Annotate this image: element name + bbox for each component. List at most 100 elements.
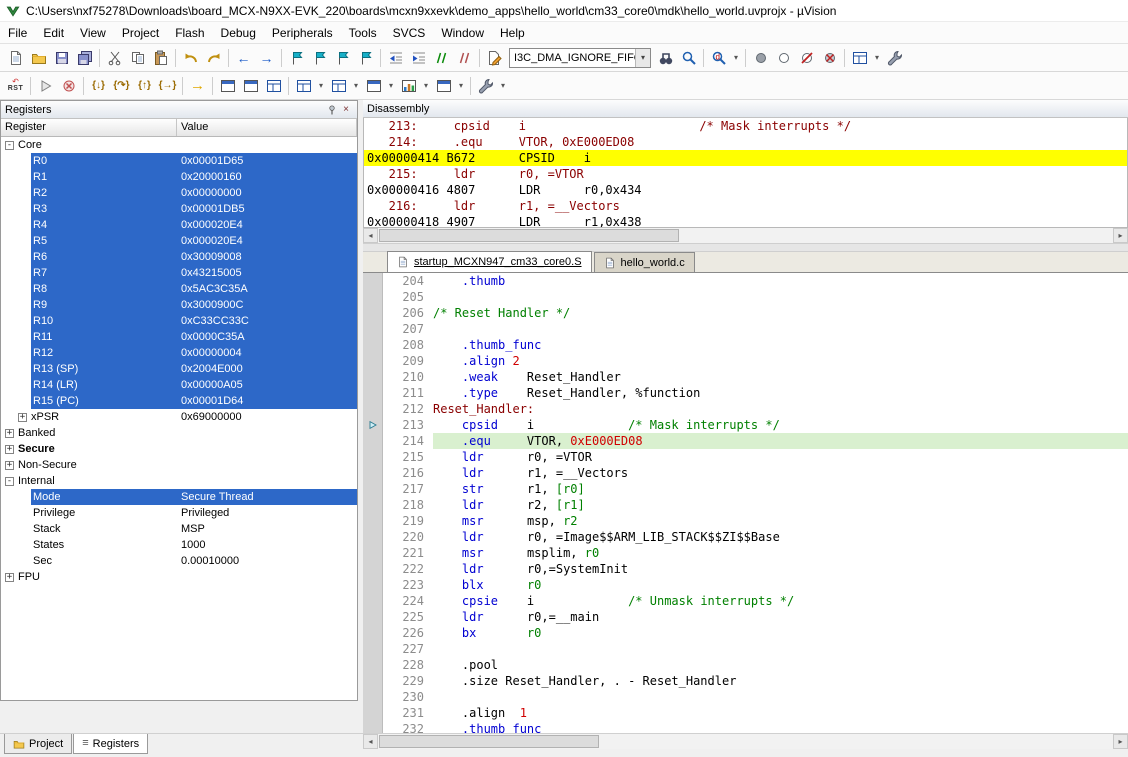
editor-gutter-margin[interactable] xyxy=(363,561,383,577)
redo-button[interactable] xyxy=(202,46,225,69)
menu-project[interactable]: Project xyxy=(114,23,167,43)
code-line[interactable]: msr msplim, r0 xyxy=(433,545,1128,561)
symbol-window-button[interactable] xyxy=(262,74,285,97)
editor-tab-startup-mcxn947-cm33-core0-s[interactable]: startup_MCXN947_cm33_core0.S xyxy=(387,251,592,272)
configuration-button[interactable] xyxy=(883,46,906,69)
save-button[interactable] xyxy=(50,46,73,69)
register-row-r3[interactable]: R30x00001DB5 xyxy=(1,201,357,217)
editor-gutter-margin[interactable] xyxy=(363,641,383,657)
code-line[interactable]: .thumb_func xyxy=(433,337,1128,353)
editor-gutter-margin[interactable] xyxy=(363,465,383,481)
editor-tab-hello-world-c[interactable]: hello_world.c xyxy=(594,252,695,272)
register-row-privilege[interactable]: PrivilegePrivileged xyxy=(1,505,357,521)
code-line[interactable]: .pool xyxy=(433,657,1128,673)
memory-window-button[interactable] xyxy=(327,74,350,97)
command-window-button[interactable] xyxy=(216,74,239,97)
editor-gutter-margin[interactable] xyxy=(363,657,383,673)
dock-tab-project[interactable]: Project xyxy=(4,734,72,754)
find-combo-dropdown-button[interactable]: ▾ xyxy=(635,49,650,67)
code-line[interactable]: cpsie i /* Unmask interrupts */ xyxy=(433,593,1128,609)
register-row-r7[interactable]: R70x43215005 xyxy=(1,265,357,281)
enable-disable-breakpoint-button[interactable] xyxy=(772,46,795,69)
register-row-r9[interactable]: R90x3000900C xyxy=(1,297,357,313)
code-line[interactable]: cpsid i /* Mask interrupts */ xyxy=(433,417,1128,433)
editor-content[interactable]: 204 .thumb205206/* Reset Handler */20720… xyxy=(363,273,1128,733)
editor-gutter-margin[interactable] xyxy=(363,545,383,561)
editor-hscrollbar[interactable]: ◂ ▸ xyxy=(363,734,1128,749)
cut-button[interactable] xyxy=(103,46,126,69)
bookmark-toggle-button[interactable] xyxy=(285,46,308,69)
editor-gutter-margin[interactable] xyxy=(363,417,383,433)
scroll-right-button[interactable]: ▸ xyxy=(1113,228,1128,243)
register-row-r10[interactable]: R100xC33CC33C xyxy=(1,313,357,329)
comment-selection-button[interactable] xyxy=(430,46,453,69)
code-line[interactable] xyxy=(433,321,1128,337)
disassembly-content[interactable]: 213: cpsid i /* Mask interrupts */ 214: … xyxy=(363,118,1128,228)
disassembly-window-button[interactable] xyxy=(239,74,262,97)
menu-edit[interactable]: Edit xyxy=(35,23,72,43)
register-row-internal[interactable]: -Internal xyxy=(1,473,357,489)
close-panel-button[interactable]: × xyxy=(339,103,353,117)
disable-all-breakpoints-button[interactable] xyxy=(795,46,818,69)
run-button[interactable] xyxy=(34,74,57,97)
indent-button[interactable] xyxy=(407,46,430,69)
insert-breakpoint-button[interactable] xyxy=(749,46,772,69)
editor-gutter-margin[interactable] xyxy=(363,529,383,545)
toolbox-dropdown-button[interactable]: ▾ xyxy=(497,74,509,97)
reset-button[interactable]: ↶RST xyxy=(4,74,27,97)
code-line[interactable]: .size Reset_Handler, . - Reset_Handler xyxy=(433,673,1128,689)
system-viewer-button[interactable] xyxy=(432,74,455,97)
code-line[interactable]: ldr r0, =Image$$ARM_LIB_STACK$$ZI$$Base xyxy=(433,529,1128,545)
outdent-button[interactable] xyxy=(384,46,407,69)
menu-tools[interactable]: Tools xyxy=(341,23,385,43)
system-viewer-dropdown-button[interactable]: ▾ xyxy=(455,74,467,97)
code-line[interactable]: ldr r2, [r1] xyxy=(433,497,1128,513)
editor-gutter-margin[interactable] xyxy=(363,321,383,337)
editor-gutter-margin[interactable] xyxy=(363,273,383,289)
code-line[interactable] xyxy=(433,689,1128,705)
navigate-back-button[interactable]: ← xyxy=(232,46,255,69)
new-file-button[interactable] xyxy=(4,46,27,69)
step-over-button[interactable]: {↷} xyxy=(110,74,133,97)
open-file-button[interactable] xyxy=(27,46,50,69)
menu-window[interactable]: Window xyxy=(433,23,492,43)
editor-gutter-margin[interactable] xyxy=(363,449,383,465)
register-row-r0[interactable]: R00x00001D65 xyxy=(1,153,357,169)
scrollbar-thumb[interactable] xyxy=(379,735,599,748)
tree-expander-collapse[interactable]: - xyxy=(5,141,14,150)
editor-gutter-margin[interactable] xyxy=(363,497,383,513)
paste-button[interactable] xyxy=(149,46,172,69)
code-line[interactable]: .align 2 xyxy=(433,353,1128,369)
incremental-find-button[interactable] xyxy=(677,46,700,69)
column-header-register[interactable]: Register xyxy=(1,119,177,136)
register-row-xpsr[interactable]: +xPSR0x69000000 xyxy=(1,409,357,425)
editor-gutter-margin[interactable] xyxy=(363,369,383,385)
code-line[interactable]: .align 1 xyxy=(433,705,1128,721)
editor-gutter-margin[interactable] xyxy=(363,385,383,401)
watch-window-button[interactable] xyxy=(292,74,315,97)
editor-gutter-margin[interactable] xyxy=(363,705,383,721)
register-row-r15-pc[interactable]: R15 (PC)0x00001D64 xyxy=(1,393,357,409)
find-combo[interactable]: I3C_DMA_IGNORE_FIFO_▾ xyxy=(509,48,651,68)
editor-gutter-margin[interactable] xyxy=(363,513,383,529)
tree-expander-expand[interactable]: + xyxy=(5,461,14,470)
save-all-button[interactable] xyxy=(73,46,96,69)
code-line[interactable]: .weak Reset_Handler xyxy=(433,369,1128,385)
disassembly-hscrollbar[interactable]: ◂ ▸ xyxy=(363,228,1128,243)
find-in-files-button[interactable] xyxy=(483,46,506,69)
menu-help[interactable]: Help xyxy=(492,23,533,43)
menu-debug[interactable]: Debug xyxy=(213,23,264,43)
editor-gutter-margin[interactable] xyxy=(363,481,383,497)
copy-button[interactable] xyxy=(126,46,149,69)
window-layout-dropdown-button[interactable]: ▾ xyxy=(871,46,883,69)
editor-gutter-margin[interactable] xyxy=(363,609,383,625)
code-line[interactable] xyxy=(433,641,1128,657)
run-to-cursor-button[interactable]: {→} xyxy=(156,74,179,97)
register-row-core[interactable]: -Core xyxy=(1,137,357,153)
menu-view[interactable]: View xyxy=(72,23,114,43)
tree-expander-expand[interactable]: + xyxy=(5,445,14,454)
code-line[interactable]: ldr r0, =VTOR xyxy=(433,449,1128,465)
code-line[interactable]: /* Reset Handler */ xyxy=(433,305,1128,321)
scroll-left-button[interactable]: ◂ xyxy=(363,734,378,749)
editor-gutter-margin[interactable] xyxy=(363,577,383,593)
